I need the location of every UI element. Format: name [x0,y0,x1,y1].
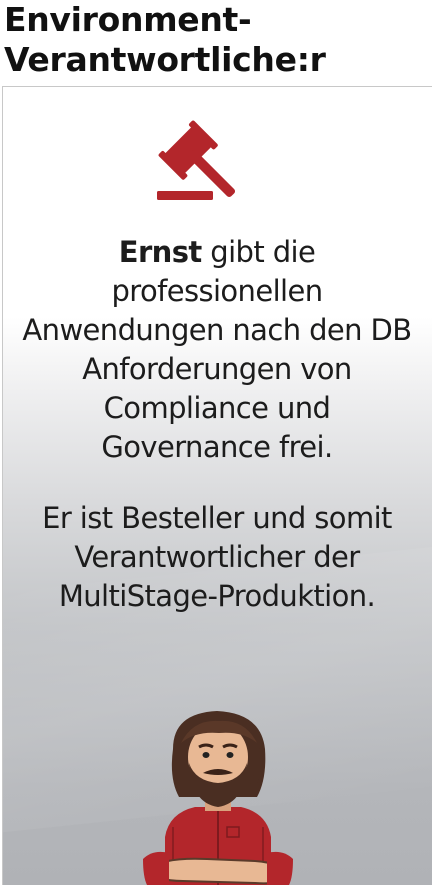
bearded-man-avatar [143,711,293,885]
gavel-icon [157,120,236,200]
role-responsibility: Er ist Besteller und somit Verantwortlic… [42,501,392,613]
role-card: Ernst gibt die professionellen Anwendung… [2,86,432,885]
role-description-text: gibt die professionellen Anwendungen nac… [22,235,412,464]
role-description: Ernst gibt die professionellen Anwendung… [21,233,413,467]
page-title: Environment-Verantwortliche:r [4,0,326,79]
person-name: Ernst [118,235,202,269]
